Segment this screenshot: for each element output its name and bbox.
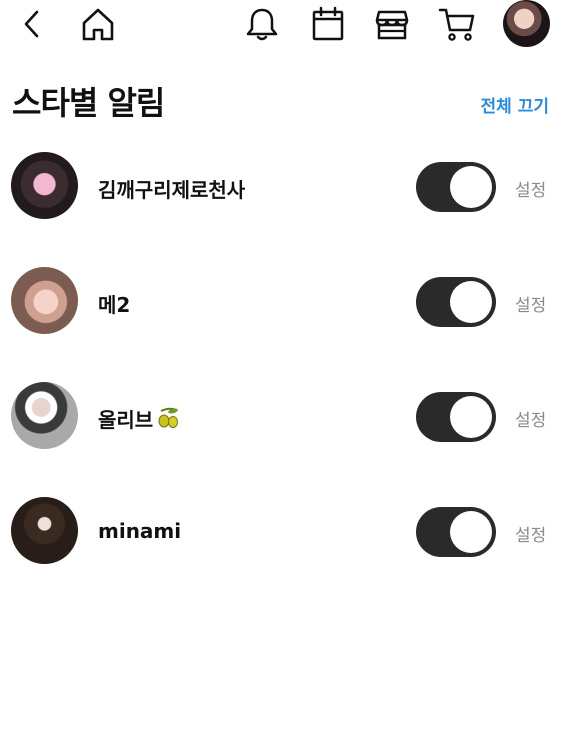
star-name: minami: [98, 519, 182, 543]
star-name: 김깨구리제로천사: [98, 178, 246, 202]
star-avatar[interactable]: [11, 382, 78, 449]
calendar-button[interactable]: [308, 4, 348, 44]
star-avatar[interactable]: [11, 152, 78, 219]
settings-button[interactable]: 설정: [515, 521, 546, 546]
settings-button[interactable]: 설정: [515, 176, 546, 201]
star-avatar[interactable]: [11, 267, 78, 334]
back-icon: [24, 10, 39, 38]
home-button[interactable]: [78, 4, 118, 44]
star-avatar[interactable]: [11, 497, 78, 564]
notification-toggle[interactable]: [416, 277, 496, 327]
calendar-icon: [312, 6, 344, 41]
notification-toggle[interactable]: [416, 162, 496, 212]
star-name-container: 올리브: [98, 404, 181, 434]
cart-button[interactable]: [437, 4, 477, 44]
settings-button[interactable]: 설정: [515, 291, 546, 316]
toggle-knob: [450, 281, 492, 323]
store-button[interactable]: [372, 4, 412, 44]
olive-icon: [155, 407, 181, 434]
list-item: 올리브 설정: [0, 378, 565, 458]
toggle-knob: [450, 511, 492, 553]
notification-toggle[interactable]: [416, 507, 496, 557]
star-name: 메2: [98, 293, 131, 317]
bell-icon: [246, 8, 278, 41]
list-item: minami 설정: [0, 493, 565, 573]
home-icon: [82, 8, 114, 41]
settings-button[interactable]: 설정: [515, 406, 546, 431]
back-button[interactable]: [16, 6, 48, 42]
page-title: 스타별 알림: [12, 84, 165, 122]
toggle-knob: [450, 396, 492, 438]
my-profile-avatar[interactable]: [503, 0, 550, 47]
cart-icon: [438, 8, 475, 41]
notifications-button[interactable]: [242, 4, 282, 44]
toggle-knob: [450, 166, 492, 208]
store-icon: [375, 10, 409, 40]
list-item: 김깨구리제로천사 설정: [0, 148, 565, 228]
notification-toggle[interactable]: [416, 392, 496, 442]
page-header: 스타별 알림 전체 끄기: [0, 78, 565, 128]
top-navigation-bar: [0, 0, 565, 50]
turn-off-all-button[interactable]: 전체 끄기: [481, 92, 549, 117]
star-name: 올리브: [98, 408, 154, 432]
list-item: 메2 설정: [0, 263, 565, 343]
